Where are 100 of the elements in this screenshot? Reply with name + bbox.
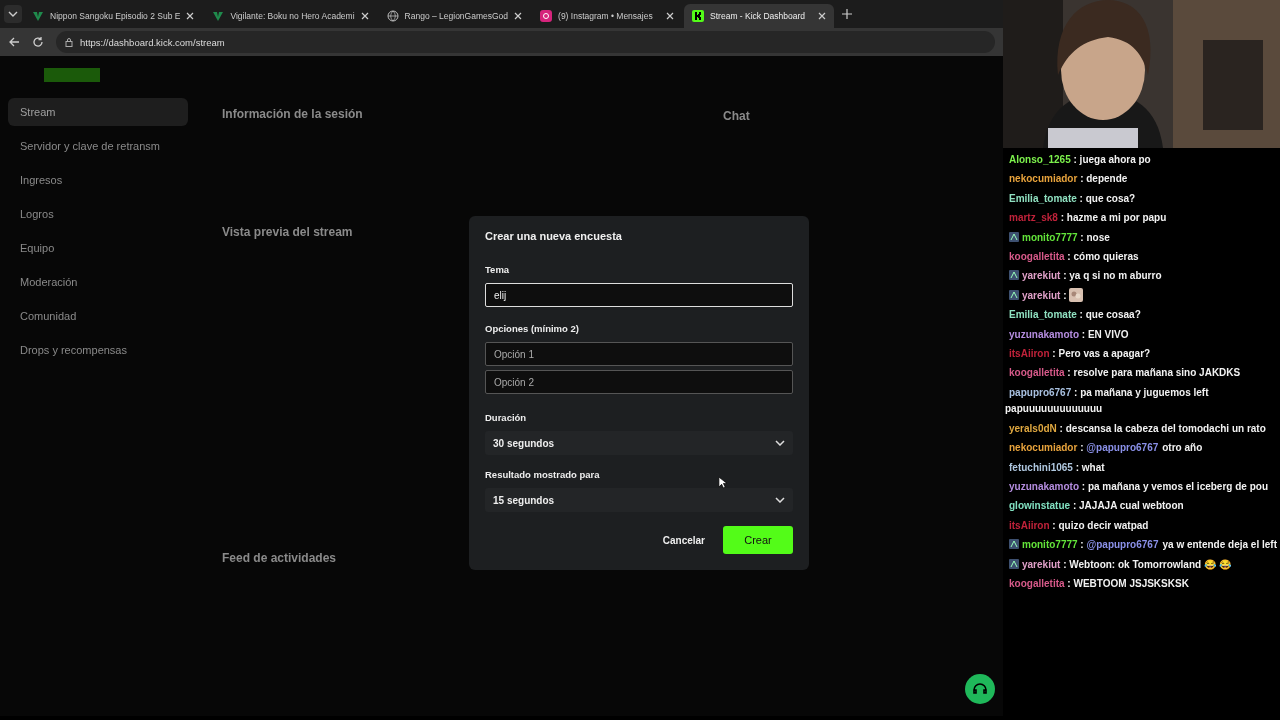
back-icon[interactable] [8, 36, 20, 48]
chat-username[interactable]: itsAiiron [1009, 519, 1050, 531]
separator: : [1080, 231, 1084, 243]
chat-message: pa mañana y vemos el iceberg de pou [1087, 480, 1268, 492]
chat-message: EN VIVO [1087, 328, 1129, 340]
reload-icon[interactable] [32, 36, 44, 48]
browser-tab[interactable]: (9) Instagram • Mensajes [532, 4, 683, 28]
separator: : [1063, 289, 1067, 301]
sidebar-item[interactable]: Comunidad [8, 302, 188, 330]
chat-username[interactable]: papupro6767 [1009, 386, 1072, 398]
separator: : [1073, 154, 1077, 165]
sidebar-item[interactable]: Moderación [8, 268, 188, 296]
chat-message: hazme a mi por papu [1066, 212, 1167, 224]
field-label: Duración [485, 412, 528, 423]
new-tab-icon[interactable] [842, 9, 853, 19]
chat-message: Pero vas a apagar? [1058, 348, 1151, 360]
chat-message: descansa la cabeza del tomodachi un rato [1065, 422, 1266, 434]
chat-username[interactable]: nekocumiador [1009, 442, 1078, 454]
close-icon[interactable] [818, 12, 827, 20]
chat-username[interactable]: Emilia_tomate [1009, 192, 1077, 204]
separator: : [1067, 251, 1071, 263]
close-icon[interactable] [514, 12, 523, 20]
lock-icon [64, 37, 74, 47]
chevron-down-icon [775, 497, 785, 503]
chat-username[interactable]: Alonso_1265 [1009, 154, 1071, 165]
chat-username[interactable]: koogalletita [1009, 251, 1065, 263]
chat-username[interactable]: yerals0dN [1009, 422, 1057, 434]
chat-message: que cosaa? [1085, 309, 1141, 321]
chat-username[interactable]: yuzunakamoto [1009, 328, 1079, 340]
separator: : [1063, 270, 1067, 282]
chat-message: papuuuuuuuuuuuuu [1005, 402, 1104, 417]
chat-username[interactable]: monito7777 [1022, 539, 1078, 551]
chat-message: que cosa? [1085, 192, 1136, 204]
chat-message: JAJAJA cual webtoon [1079, 500, 1184, 512]
section-title: Información de la sesión [222, 107, 363, 121]
separator: : [1079, 192, 1083, 204]
chat-username[interactable]: yarekiut [1022, 289, 1061, 301]
browser-tab[interactable]: Nippon Sangoku Episodio 2 Sub E [24, 4, 203, 28]
sidebar-item[interactable]: Equipo [8, 234, 188, 262]
browser-tab[interactable]: Stream - Kick Dashboard [684, 4, 835, 28]
support-button[interactable] [965, 674, 995, 704]
separator: : [1079, 309, 1083, 321]
chat-username[interactable]: monito7777 [1022, 231, 1078, 243]
chevron-down-icon [8, 11, 18, 17]
dialog-title: Crear una nueva encuesta [485, 230, 623, 242]
chat-username[interactable]: Emilia_tomate [1009, 309, 1077, 321]
emote-icon [1069, 287, 1084, 302]
chat-username[interactable]: glowinstatue [1009, 500, 1071, 512]
chat-username[interactable]: yuzunakamoto [1009, 480, 1079, 492]
duration-dropdown[interactable]: 30 segundos [485, 431, 793, 455]
k-logo-icon [692, 10, 705, 22]
separator: : [1075, 461, 1080, 473]
option-field[interactable]: Opción 1 [485, 342, 793, 366]
separator: : [1080, 539, 1084, 551]
chat-message: nose [1086, 231, 1110, 243]
cancel-button[interactable]: Cancelar [656, 526, 711, 554]
chat-message: WEBTOOM JSJSKSKSK [1073, 577, 1189, 589]
topic-field[interactable]: elij [485, 283, 793, 307]
logo-icon [44, 68, 100, 82]
chat-message: Webtoon: ok Tomorrowland 😂 😂 [1069, 558, 1231, 570]
chat-title: Chat [723, 109, 750, 123]
browser-tab[interactable]: Rango – LegionGamesGod [378, 4, 531, 28]
chat-username[interactable]: koogalletita [1009, 367, 1065, 379]
result-duration-dropdown[interactable]: 15 segundos [485, 488, 793, 512]
v-logo-icon [212, 10, 225, 22]
separator: : [1059, 422, 1063, 434]
chat-message: resolve para mañana sino JAKDKS [1073, 367, 1241, 379]
close-icon[interactable] [666, 12, 675, 20]
chat-username[interactable]: nekocumiador [1009, 173, 1078, 185]
close-icon[interactable] [186, 12, 195, 20]
chat-message: what [1081, 461, 1105, 473]
create-button[interactable]: Crear [723, 526, 793, 554]
chat-username[interactable]: koogalletita [1009, 577, 1065, 589]
separator: : [1067, 577, 1071, 589]
option-field[interactable]: Opción 2 [485, 370, 793, 394]
sidebar-item[interactable]: Logros [8, 200, 188, 228]
sidebar-item[interactable]: Stream [8, 98, 188, 126]
separator: : [1067, 367, 1071, 379]
browser-tab[interactable]: Vigilante: Boku no Hero Academi [204, 4, 377, 28]
chat-message: quizo decir watpad [1058, 519, 1149, 531]
v-logo-icon [32, 10, 44, 22]
sidebar-item[interactable]: Ingresos [8, 166, 188, 194]
separator: : [1080, 173, 1084, 185]
chat-message: depende [1086, 173, 1128, 185]
chat-message: @papupro6767 otro año [1086, 442, 1203, 454]
tab-list-button[interactable] [4, 5, 22, 23]
sidebar-item[interactable]: Servidor y clave de retransm [8, 132, 188, 160]
mouse-pointer-icon [718, 476, 727, 489]
chat-username[interactable]: itsAiiron [1009, 348, 1050, 360]
separator: : [1074, 386, 1078, 398]
chat-username[interactable]: yarekiut [1022, 270, 1061, 282]
address-bar[interactable]: https://dashboard.kick.com/stream [56, 31, 995, 53]
field-label: Tema [485, 264, 511, 275]
chat-username[interactable]: martz_sk8 [1009, 212, 1058, 224]
chat-username[interactable]: fetuchini1065 [1009, 461, 1073, 473]
chat-message: @papupro6767 ya w entende deja el left [1086, 539, 1277, 551]
chat-username[interactable]: yarekiut [1022, 558, 1061, 570]
sidebar-item[interactable]: Drops y recompensas [8, 336, 188, 364]
section-title: Feed de actividades [222, 551, 337, 565]
close-icon[interactable] [360, 12, 369, 20]
